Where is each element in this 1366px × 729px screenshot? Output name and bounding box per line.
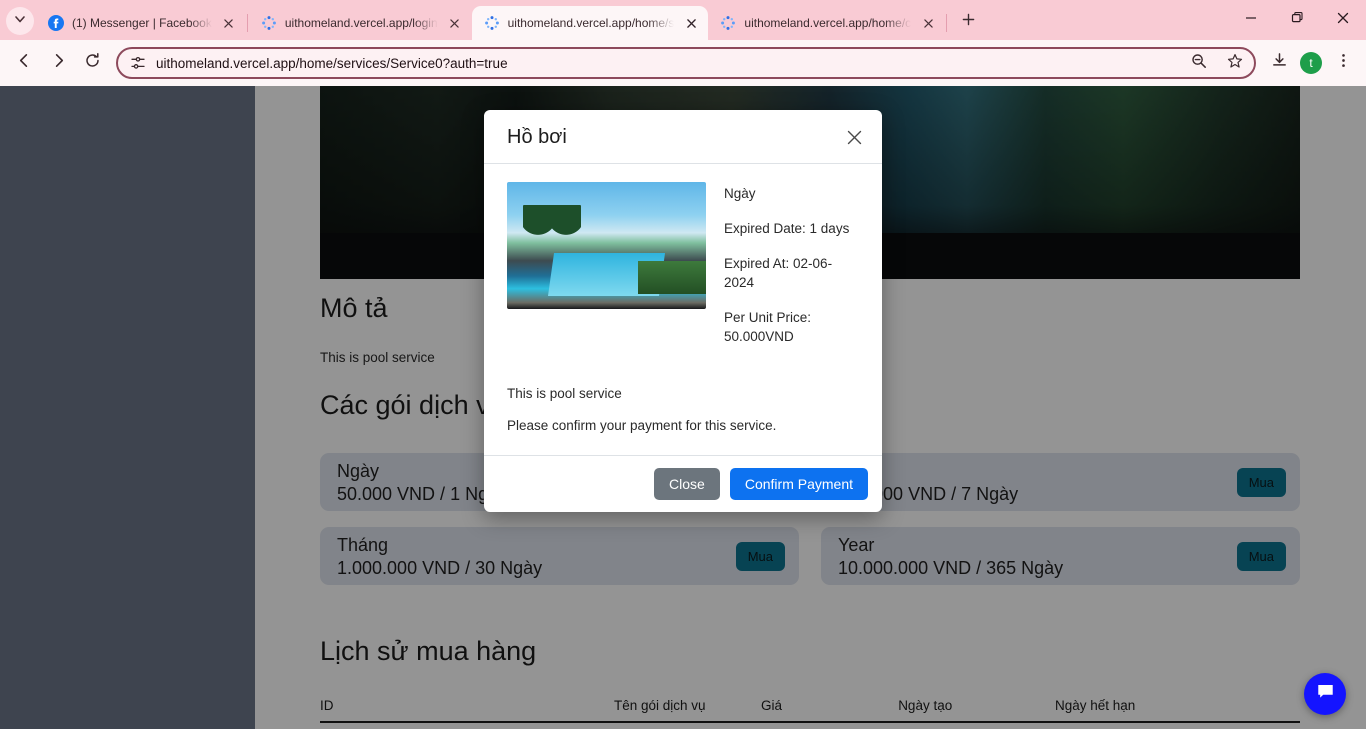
tab-strip: (1) Messenger | Facebook uithomeland.ver… [0, 0, 1366, 40]
modal-package-name: Ngày [724, 186, 756, 201]
pool-thumbnail [507, 182, 706, 309]
tab-divider [946, 14, 948, 32]
page-viewport: Mô tả This is pool service Các gói dịch … [0, 86, 1366, 729]
reload-button[interactable] [76, 47, 108, 79]
tab-divider [246, 14, 248, 32]
chat-bubble-icon [1316, 682, 1335, 706]
browser-toolbar: t [0, 40, 1366, 86]
browser-tab-2[interactable]: uithomeland.vercel.app/home/s [471, 6, 709, 40]
download-icon [1271, 52, 1288, 74]
maximize-icon [1291, 11, 1303, 29]
tab-close-button-1[interactable] [446, 14, 464, 32]
minimize-button[interactable] [1228, 0, 1274, 40]
star-icon [1227, 53, 1243, 74]
chat-widget-button[interactable] [1304, 673, 1346, 715]
plus-icon [962, 13, 975, 31]
tab-close-button-0[interactable] [220, 14, 238, 32]
back-arrow-icon [16, 52, 33, 74]
bookmark-button[interactable] [1222, 50, 1248, 76]
modal-header: Hồ bơi [484, 110, 882, 164]
window-controls [1228, 0, 1366, 40]
modal-detail-row: Ngày Expired Date: 1 days Expired At: 02… [507, 182, 859, 346]
new-tab-button[interactable] [954, 8, 982, 36]
close-icon [847, 130, 862, 148]
modal-service-description: This is pool service [507, 386, 622, 401]
facebook-icon [48, 15, 64, 31]
vercel-loader-icon [261, 15, 277, 31]
forward-arrow-icon [50, 52, 67, 74]
profile-avatar[interactable]: t [1300, 52, 1322, 74]
tab-title: uithomeland.vercel.app/login [284, 16, 438, 30]
modal-title: Hồ bơi [507, 126, 567, 148]
close-window-button[interactable] [1320, 0, 1366, 40]
tab-close-button-3[interactable] [919, 14, 937, 32]
payment-confirmation-modal: Hồ bơi Ngày Expired Date: 1 days Expired… [484, 110, 882, 512]
confirm-payment-button[interactable]: Confirm Payment [729, 468, 868, 500]
modal-expired-date: Expired Date: 1 days [724, 221, 850, 236]
back-button[interactable] [8, 47, 40, 79]
browser-tab-1[interactable]: uithomeland.vercel.app/login [249, 6, 472, 40]
forward-button[interactable] [42, 47, 74, 79]
maximize-button[interactable] [1274, 0, 1320, 40]
browser-window: (1) Messenger | Facebook uithomeland.ver… [0, 0, 1366, 729]
page-info-icon[interactable] [130, 55, 146, 71]
zoom-out-button[interactable] [1186, 50, 1212, 76]
tab-title: (1) Messenger | Facebook [72, 16, 212, 30]
vercel-loader-icon [484, 15, 500, 31]
modal-per-unit-price: Per Unit Price: 50.000VND [724, 310, 812, 344]
modal-info-list: Ngày Expired Date: 1 days Expired At: 02… [724, 182, 859, 346]
reload-icon [84, 52, 101, 74]
browser-menu-button[interactable] [1328, 48, 1358, 78]
tab-title: uithomeland.vercel.app/home/s [507, 16, 675, 30]
chevron-down-icon [14, 12, 26, 30]
modal-description-block: This is pool service Please confirm your… [507, 386, 859, 433]
vercel-loader-icon [720, 15, 736, 31]
modal-expired-at: Expired At: 02-06-2024 [724, 256, 833, 290]
minimize-icon [1245, 11, 1257, 29]
modal-footer: Close Confirm Payment [484, 455, 882, 512]
tab-title: uithomeland.vercel.app/home/c [744, 16, 912, 30]
browser-tab-0[interactable]: (1) Messenger | Facebook [36, 6, 246, 40]
url-input[interactable] [156, 55, 1176, 71]
tab-close-button-2[interactable] [682, 14, 700, 32]
palm-decoration [522, 204, 553, 257]
browser-tab-3[interactable]: uithomeland.vercel.app/home/c [708, 6, 945, 40]
close-button[interactable]: Close [654, 468, 720, 500]
zoom-out-icon [1191, 53, 1207, 74]
modal-close-button[interactable] [843, 126, 866, 149]
hedge-decoration [638, 260, 706, 294]
tab-search-button[interactable] [6, 7, 34, 35]
palm-decoration [550, 204, 581, 257]
modal-confirm-prompt: Please confirm your payment for this ser… [507, 418, 777, 433]
modal-body: Ngày Expired Date: 1 days Expired At: 02… [484, 164, 882, 455]
downloads-button[interactable] [1264, 48, 1294, 78]
close-icon [1337, 11, 1349, 29]
kebab-menu-icon [1335, 52, 1352, 74]
address-bar[interactable] [116, 47, 1256, 79]
